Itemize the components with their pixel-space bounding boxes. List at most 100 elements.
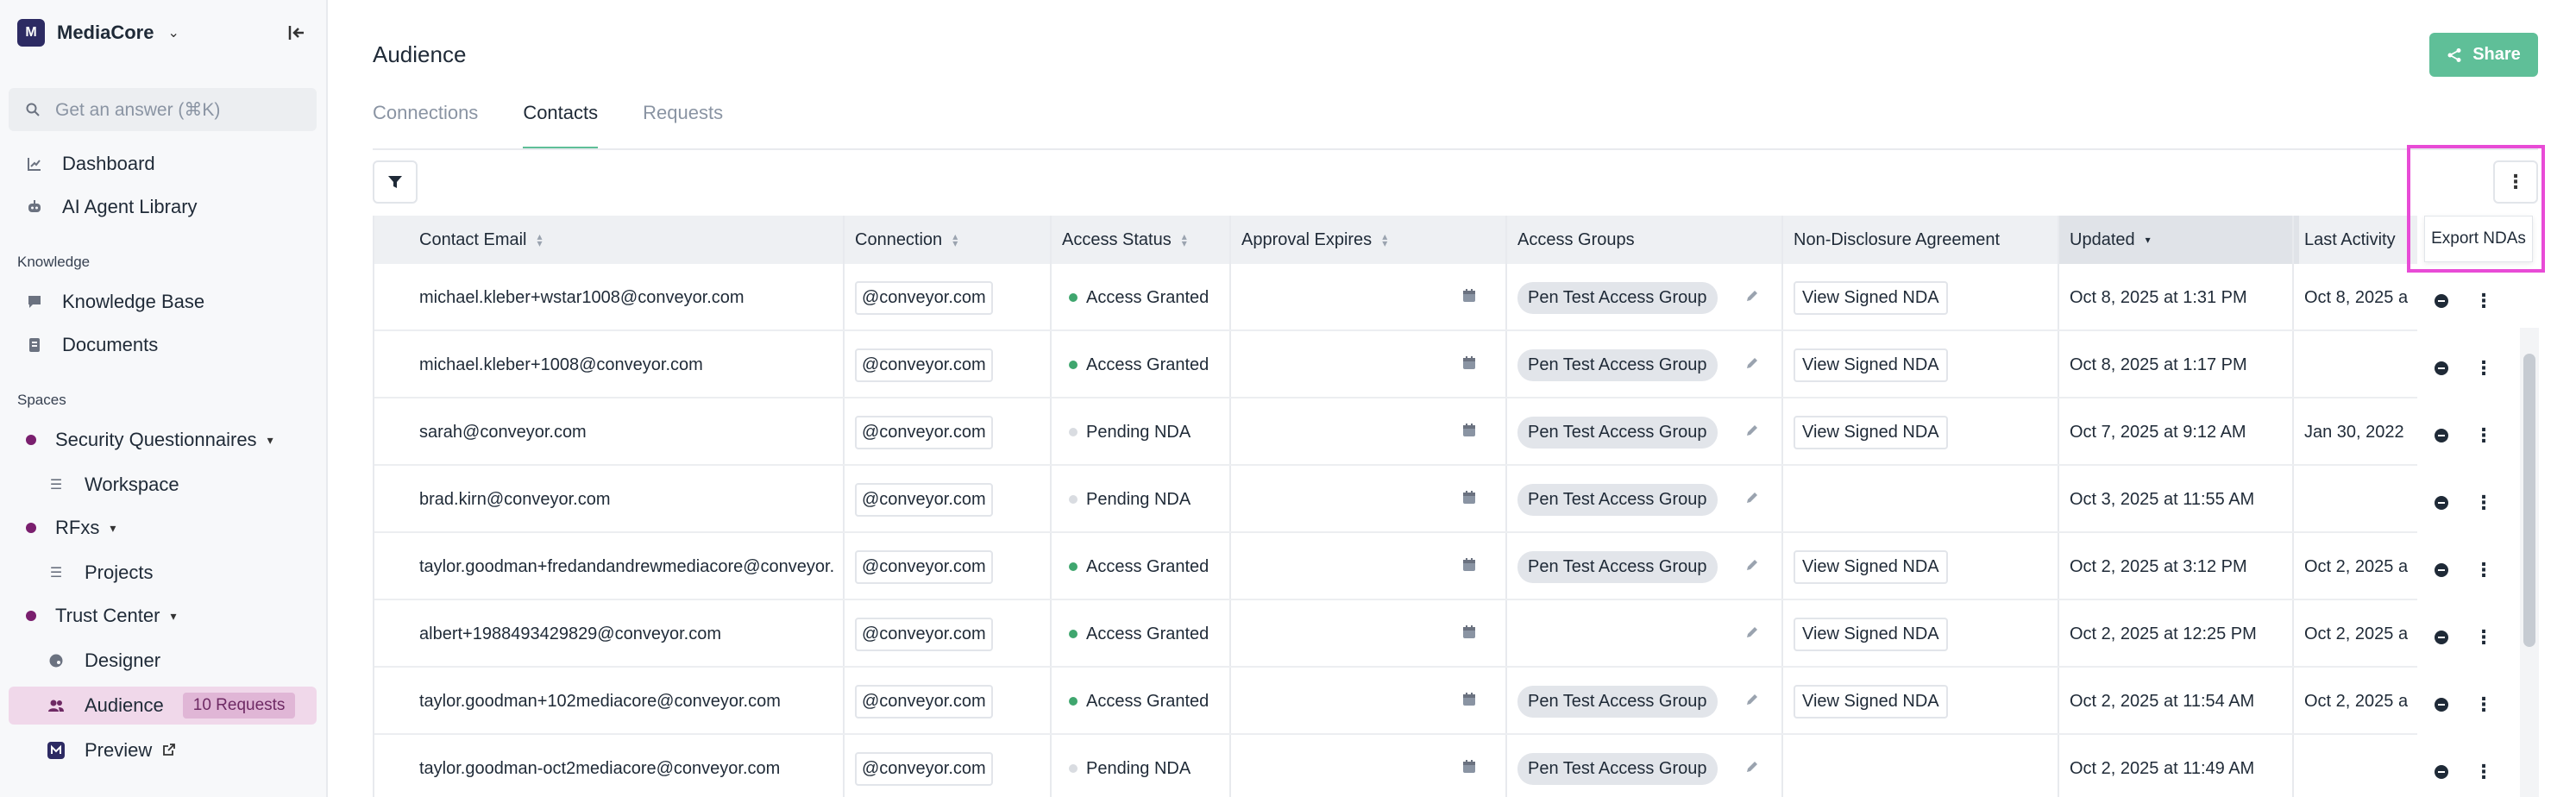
calendar-icon[interactable] xyxy=(1461,759,1477,779)
view-signed-nda-button[interactable]: View Signed NDA xyxy=(1794,684,1948,719)
row-kebab-icon[interactable]: ⋮ xyxy=(2474,693,2493,716)
last-activity-cell: Oct 2, 2025 at 3 xyxy=(2304,556,2408,576)
table-row[interactable]: taylor.goodman+fredandandrewmediacore@co… xyxy=(374,533,2417,600)
edit-icon[interactable] xyxy=(1745,289,1759,307)
view-signed-nda-button[interactable]: View Signed NDA xyxy=(1794,549,1948,584)
calendar-icon[interactable] xyxy=(1461,423,1477,442)
workspace-switcher[interactable]: M MediaCore ⌄ xyxy=(17,19,179,47)
revoke-icon[interactable] xyxy=(2435,361,2448,375)
space-security-questionnaires[interactable]: Security Questionnaires ▾ xyxy=(9,421,317,459)
connection-chip[interactable]: @conveyor.com xyxy=(855,280,993,315)
access-groups-cell: Pen Test Access Group xyxy=(1517,398,1768,466)
collapse-sidebar-icon[interactable] xyxy=(285,21,309,45)
connection-chip[interactable]: @conveyor.com xyxy=(855,415,993,449)
sidebar-item-label: Audience xyxy=(85,694,164,716)
palette-icon xyxy=(47,651,66,670)
table-row[interactable]: taylor.goodman+102mediacore@conveyor.com… xyxy=(374,668,2417,735)
revoke-icon[interactable] xyxy=(2435,765,2448,779)
edit-icon[interactable] xyxy=(1745,558,1759,576)
revoke-icon[interactable] xyxy=(2435,294,2448,308)
section-label-spaces: Spaces xyxy=(17,392,66,408)
row-kebab-icon[interactable]: ⋮ xyxy=(2474,357,2493,380)
connection-chip[interactable]: @conveyor.com xyxy=(855,549,993,584)
space-label: Trust Center xyxy=(55,605,160,626)
updated-cell: Oct 7, 2025 at 9:12 AM xyxy=(2070,422,2246,442)
revoke-icon[interactable] xyxy=(2435,631,2448,644)
revoke-icon[interactable] xyxy=(2435,698,2448,712)
sidebar-item-workspace[interactable]: ☰ Workspace xyxy=(9,466,317,504)
share-button[interactable]: Share xyxy=(2429,33,2538,77)
row-kebab-icon[interactable]: ⋮ xyxy=(2474,626,2493,649)
col-connection[interactable]: Connection ▴ ▾ xyxy=(855,216,958,264)
users-icon xyxy=(47,696,66,715)
connection-chip[interactable]: @conveyor.com xyxy=(855,751,993,786)
filter-icon xyxy=(388,176,402,188)
view-signed-nda-button[interactable]: View Signed NDA xyxy=(1794,617,1948,651)
space-rfxs[interactable]: RFxs ▾ xyxy=(9,509,317,547)
row-kebab-icon[interactable]: ⋮ xyxy=(2474,559,2493,581)
contact-email-cell: michael.kleber+1008@conveyor.com xyxy=(419,355,703,374)
calendar-icon[interactable] xyxy=(1461,692,1477,712)
nav-item-dashboard[interactable]: Dashboard xyxy=(9,145,317,183)
row-kebab-icon[interactable]: ⋮ xyxy=(2474,290,2493,312)
nav-item-documents[interactable]: Documents xyxy=(9,326,317,364)
col-approval-expires[interactable]: Approval Expires ▴ ▾ xyxy=(1241,216,1387,264)
sidebar-item-projects[interactable]: ☰ Projects xyxy=(9,554,317,592)
sidebar-item-audience[interactable]: Audience 10 Requests xyxy=(9,687,317,725)
revoke-icon[interactable] xyxy=(2435,563,2448,577)
tab-requests[interactable]: Requests xyxy=(643,98,723,150)
nav-item-ai-agent-library[interactable]: AI Agent Library xyxy=(9,188,317,226)
col-last-activity[interactable]: Last Activity xyxy=(2304,216,2396,264)
search-input[interactable]: Get an answer (⌘K) xyxy=(9,88,317,131)
revoke-icon[interactable] xyxy=(2435,429,2448,442)
edit-icon[interactable] xyxy=(1745,693,1759,711)
edit-icon[interactable] xyxy=(1745,491,1759,509)
status-label: Access Granted xyxy=(1086,355,1209,374)
col-contact-email[interactable]: Contact Email ▴ ▾ xyxy=(419,216,543,264)
access-group-chip: Pen Test Access Group xyxy=(1517,550,1718,583)
tab-contacts[interactable]: Contacts xyxy=(523,98,599,150)
edit-icon[interactable] xyxy=(1745,625,1759,643)
scrollbar-thumb[interactable] xyxy=(2523,354,2535,647)
view-signed-nda-button[interactable]: View Signed NDA xyxy=(1794,280,1948,315)
row-kebab-icon[interactable]: ⋮ xyxy=(2474,492,2493,514)
space-label: RFxs xyxy=(55,517,100,538)
nav-item-knowledge-base[interactable]: Knowledge Base xyxy=(9,283,317,321)
calendar-icon[interactable] xyxy=(1461,490,1477,510)
access-group-chip: Pen Test Access Group xyxy=(1517,416,1718,449)
status-dot-icon xyxy=(1069,293,1078,302)
table-row[interactable]: michael.kleber+1008@conveyor.com @conveyo… xyxy=(374,331,2417,398)
table-row[interactable]: sarah@conveyor.com @conveyor.com Pending N… xyxy=(374,398,2417,466)
view-signed-nda-button[interactable]: View Signed NDA xyxy=(1794,348,1948,382)
revoke-icon[interactable] xyxy=(2435,496,2448,510)
calendar-icon[interactable] xyxy=(1461,355,1477,375)
row-actions: ⋮ xyxy=(2435,626,2493,649)
calendar-icon[interactable] xyxy=(1461,288,1477,308)
filter-button[interactable] xyxy=(373,160,418,204)
table-row[interactable]: brad.kirn@conveyor.com @conveyor.com Pendi… xyxy=(374,466,2417,533)
connection-cell: @conveyor.com xyxy=(855,466,1045,533)
col-updated[interactable]: Updated ▾ xyxy=(2070,216,2151,264)
row-kebab-icon[interactable]: ⋮ xyxy=(2474,761,2493,783)
calendar-icon[interactable] xyxy=(1461,557,1477,577)
last-activity-cell: Oct 2, 2025 at 12 xyxy=(2304,624,2408,643)
connection-chip[interactable]: @conveyor.com xyxy=(855,617,993,651)
edit-icon[interactable] xyxy=(1745,760,1759,778)
edit-icon[interactable] xyxy=(1745,356,1759,374)
connection-chip[interactable]: @conveyor.com xyxy=(855,348,993,382)
calendar-icon[interactable] xyxy=(1461,624,1477,644)
sidebar-item-designer[interactable]: Designer xyxy=(9,642,317,680)
table-row[interactable]: taylor.goodman-oct2mediacore@conveyor.co… xyxy=(374,735,2417,797)
table-row[interactable]: michael.kleber+wstar1008@conveyor.com @co… xyxy=(374,264,2417,331)
connection-chip[interactable]: @conveyor.com xyxy=(855,684,993,719)
sidebar-item-preview[interactable]: Preview xyxy=(9,731,317,769)
view-signed-nda-button[interactable]: View Signed NDA xyxy=(1794,415,1948,449)
col-access-status[interactable]: Access Status ▴ ▾ xyxy=(1062,216,1187,264)
access-groups-cell: Pen Test Access Group xyxy=(1517,533,1768,600)
tab-connections[interactable]: Connections xyxy=(373,98,478,150)
space-trust-center[interactable]: Trust Center ▾ xyxy=(9,597,317,635)
table-row[interactable]: albert+1988493429829@conveyor.com @convey… xyxy=(374,600,2417,668)
connection-chip[interactable]: @conveyor.com xyxy=(855,482,993,517)
row-kebab-icon[interactable]: ⋮ xyxy=(2474,424,2493,447)
edit-icon[interactable] xyxy=(1745,424,1759,442)
